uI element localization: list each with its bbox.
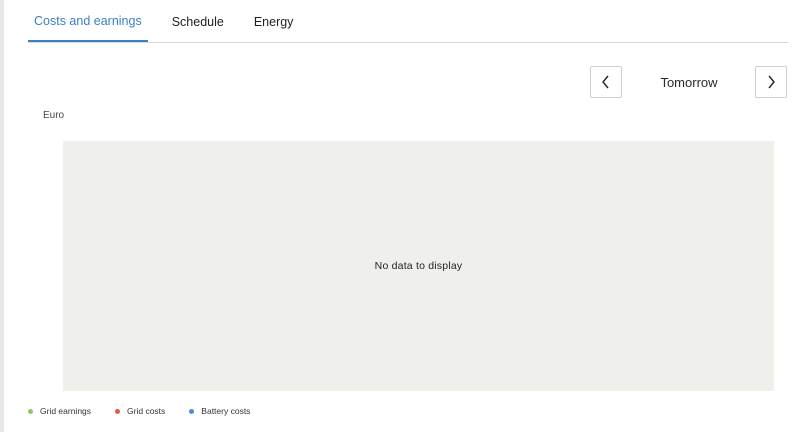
legend-item-battery-costs[interactable]: Battery costs: [189, 406, 250, 416]
left-edge-divider: [0, 0, 4, 432]
costs-earnings-page: Costs and earnings Schedule Energy Tomor…: [0, 0, 800, 432]
tab-schedule[interactable]: Schedule: [166, 2, 230, 42]
legend-label: Grid earnings: [40, 406, 92, 416]
no-data-message: No data to display: [374, 260, 463, 272]
legend-dot-icon: [28, 408, 33, 414]
legend-dot-icon: [189, 408, 195, 414]
legend-dot-icon: [115, 408, 121, 414]
tab-costs-and-earnings[interactable]: Costs and earnings: [28, 2, 148, 42]
tab-label: Schedule: [171, 15, 224, 29]
tab-bar: Costs and earnings Schedule Energy: [28, 0, 788, 43]
chart-legend: Grid earnings Grid costs Battery costs: [28, 406, 274, 416]
tab-energy[interactable]: Energy: [248, 2, 300, 42]
tab-label: Costs and earnings: [34, 14, 142, 28]
legend-item-grid-costs[interactable]: Grid costs: [115, 406, 165, 416]
next-day-button[interactable]: [755, 66, 787, 98]
chevron-right-icon: [768, 75, 775, 89]
chart-plot-area: No data to display: [63, 141, 774, 391]
legend-item-grid-earnings[interactable]: Grid earnings: [28, 406, 91, 416]
previous-day-button[interactable]: [590, 66, 622, 98]
chevron-left-icon: [602, 75, 609, 89]
legend-label: Battery costs: [201, 406, 251, 416]
legend-label: Grid costs: [127, 406, 166, 416]
y-axis-unit-label: Euro: [43, 110, 65, 121]
selected-date-label: Tomorrow: [660, 74, 718, 90]
tab-label: Energy: [253, 15, 294, 29]
